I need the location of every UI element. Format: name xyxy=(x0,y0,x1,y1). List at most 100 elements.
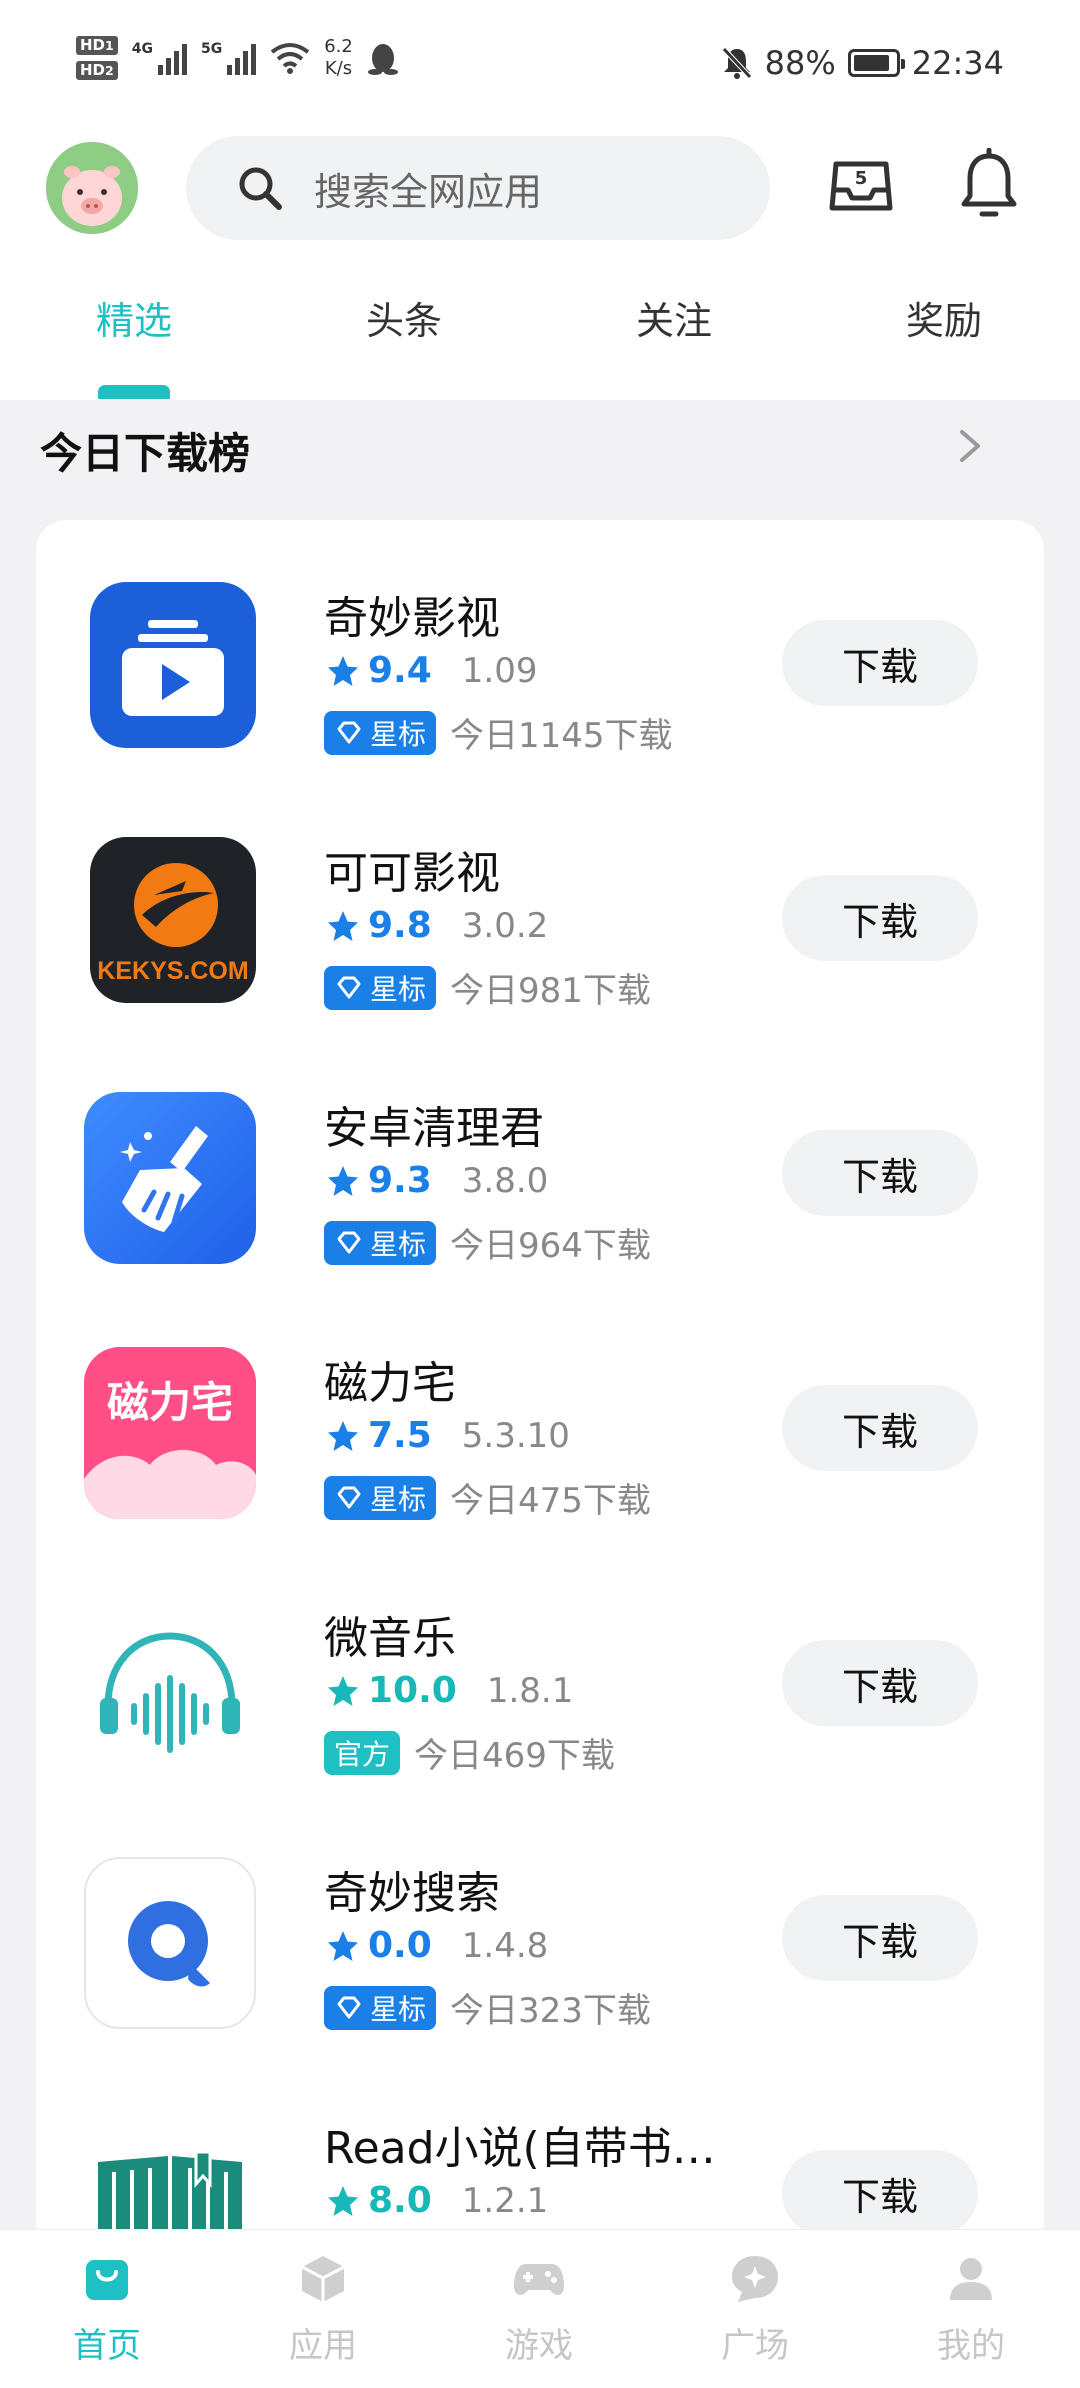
download-count: 今日323下载 xyxy=(450,1991,651,2031)
diamond-icon xyxy=(337,1231,361,1253)
app-tagline: 星标 今日964下载 xyxy=(324,1218,651,1267)
diamond-icon xyxy=(337,1486,361,1508)
download-button[interactable]: 下载 xyxy=(782,620,978,706)
tab-rewards[interactable]: 奖励 xyxy=(874,290,1014,345)
qq-penguin-icon xyxy=(367,44,398,75)
rating: 0.0 xyxy=(368,1925,432,1966)
broom-icon xyxy=(84,1092,256,1264)
search-bar[interactable]: 搜索全网应用 xyxy=(186,136,770,240)
hd2-badge: HD2 xyxy=(76,61,118,80)
hd-indicators: HD1 HD2 xyxy=(76,36,118,80)
pig-avatar-icon xyxy=(46,142,138,234)
section-title: 今日下载榜 xyxy=(40,429,251,478)
cilizhai-icon: 磁力宅 xyxy=(84,1347,256,1519)
chat-sparkle-icon xyxy=(732,2256,778,2302)
app-meta: 10.0 1.8.1 xyxy=(326,1670,573,1711)
star-badge: 星标 xyxy=(324,965,437,1010)
star-badge: 星标 xyxy=(324,1220,437,1265)
app-meta: 9.3 3.8.0 xyxy=(326,1160,548,1201)
diamond-icon xyxy=(337,976,361,998)
list-item[interactable]: 微音乐 10.0 1.8.1 官方 今日469下载 下载 xyxy=(36,1602,1044,1857)
tab-following[interactable]: 关注 xyxy=(604,290,744,345)
bell-icon xyxy=(961,147,1017,217)
rating: 9.8 xyxy=(368,905,432,946)
avatar[interactable] xyxy=(46,142,138,234)
battery-icon xyxy=(847,49,905,77)
user-icon xyxy=(950,2258,992,2300)
diamond-icon xyxy=(337,1996,361,2018)
inbox-button[interactable]: 5 xyxy=(826,150,896,220)
download-button[interactable]: 下载 xyxy=(782,2150,978,2236)
app-name: 微音乐 xyxy=(324,1613,456,1664)
cube-icon xyxy=(301,2256,345,2302)
app-meta: 9.4 1.09 xyxy=(326,650,537,691)
app-tagline: 星标 今日1145下载 xyxy=(324,708,673,757)
app-name: 安卓清理君 xyxy=(324,1103,544,1154)
nav-home[interactable]: 首页 xyxy=(32,2252,182,2367)
bottom-nav: 首页 应用 游戏 广场 我的 xyxy=(0,2230,1080,2388)
download-button[interactable]: 下载 xyxy=(782,1895,978,1981)
official-badge: 官方 xyxy=(324,1730,401,1775)
tab-featured[interactable]: 精选 xyxy=(64,290,204,345)
download-button[interactable]: 下载 xyxy=(782,875,978,961)
star-badge: 星标 xyxy=(324,710,437,755)
video-play-icon xyxy=(90,582,256,748)
star-icon xyxy=(328,910,358,941)
status-bar: HD1 HD2 4G 5G 6.2 K/s 88% 22:34 xyxy=(0,0,1080,120)
rating: 7.5 xyxy=(368,1415,432,1456)
kekys-icon: KEKYS.COM xyxy=(90,837,256,1003)
star-icon xyxy=(328,1165,358,1196)
list-item[interactable]: 奇妙搜索 0.0 1.4.8 星标 今日323下载 下载 xyxy=(36,1857,1044,2112)
list-item[interactable]: 磁力宅 磁力宅 7.5 5.3.10 星标 今日475下载 下载 xyxy=(36,1347,1044,1602)
app-name: 可可影视 xyxy=(324,848,500,899)
status-left: HD1 HD2 4G 5G 6.2 K/s xyxy=(76,36,399,80)
star-icon xyxy=(328,1675,358,1706)
nav-plaza[interactable]: 广场 xyxy=(680,2252,830,2367)
search-placeholder: 搜索全网应用 xyxy=(314,169,543,214)
list-item[interactable]: 安卓清理君 9.3 3.8.0 星标 今日964下载 下载 xyxy=(36,1092,1044,1347)
download-button[interactable]: 下载 xyxy=(782,1640,978,1726)
download-count: 今日981下载 xyxy=(450,971,651,1011)
search-icon xyxy=(239,167,282,210)
app-meta: 8.0 1.2.1 xyxy=(326,2180,548,2221)
status-right: 88% 22:34 xyxy=(721,44,1004,82)
download-ranking-list: 奇妙影视 9.4 1.09 星标 今日1145下载 下载 KEKYS.COM 可… xyxy=(36,520,1044,2388)
app-meta: 9.8 3.0.2 xyxy=(326,905,548,946)
version: 1.8.1 xyxy=(486,1670,574,1711)
diamond-icon xyxy=(337,721,361,743)
download-count: 今日475下载 xyxy=(450,1481,651,1521)
headphones-icon xyxy=(84,1602,256,1774)
inbox-count: 5 xyxy=(855,168,868,189)
hd1-badge: HD1 xyxy=(76,36,118,55)
app-name: Read小说(自带书… xyxy=(324,2123,716,2174)
nav-apps[interactable]: 应用 xyxy=(248,2252,398,2367)
version: 1.2.1 xyxy=(461,2180,549,2221)
chevron-right-icon[interactable] xyxy=(952,424,988,468)
gamepad-icon xyxy=(514,2264,564,2295)
star-icon xyxy=(328,1930,358,1961)
list-item[interactable]: KEKYS.COM 可可影视 9.8 3.0.2 星标 今日981下载 下载 xyxy=(36,837,1044,1092)
star-icon xyxy=(328,1420,358,1451)
download-button[interactable]: 下载 xyxy=(782,1385,978,1471)
download-count: 今日469下载 xyxy=(414,1736,615,1776)
notification-button[interactable] xyxy=(956,147,1022,222)
nav-me[interactable]: 我的 xyxy=(896,2252,1046,2367)
battery-percent: 88% xyxy=(764,44,836,82)
version: 3.0.2 xyxy=(461,905,549,946)
version: 3.8.0 xyxy=(461,1160,549,1201)
download-button[interactable]: 下载 xyxy=(782,1130,978,1216)
list-item[interactable]: 奇妙影视 9.4 1.09 星标 今日1145下载 下载 xyxy=(36,582,1044,837)
shopping-bag-icon xyxy=(86,2260,128,2300)
version: 1.4.8 xyxy=(461,1925,549,1966)
inbox-tray-icon: 5 xyxy=(829,161,893,211)
tab-headlines[interactable]: 头条 xyxy=(334,290,474,345)
rating: 8.0 xyxy=(368,2180,432,2221)
rating: 9.4 xyxy=(368,650,432,691)
app-tagline: 官方 今日469下载 xyxy=(324,1728,615,1777)
nav-games[interactable]: 游戏 xyxy=(464,2252,614,2367)
bell-muted-icon xyxy=(721,47,752,79)
app-name: 磁力宅 xyxy=(324,1358,456,1409)
rating: 9.3 xyxy=(368,1160,432,1201)
signal-5g-icon: 5G xyxy=(201,41,257,75)
clock: 22:34 xyxy=(911,44,1004,82)
